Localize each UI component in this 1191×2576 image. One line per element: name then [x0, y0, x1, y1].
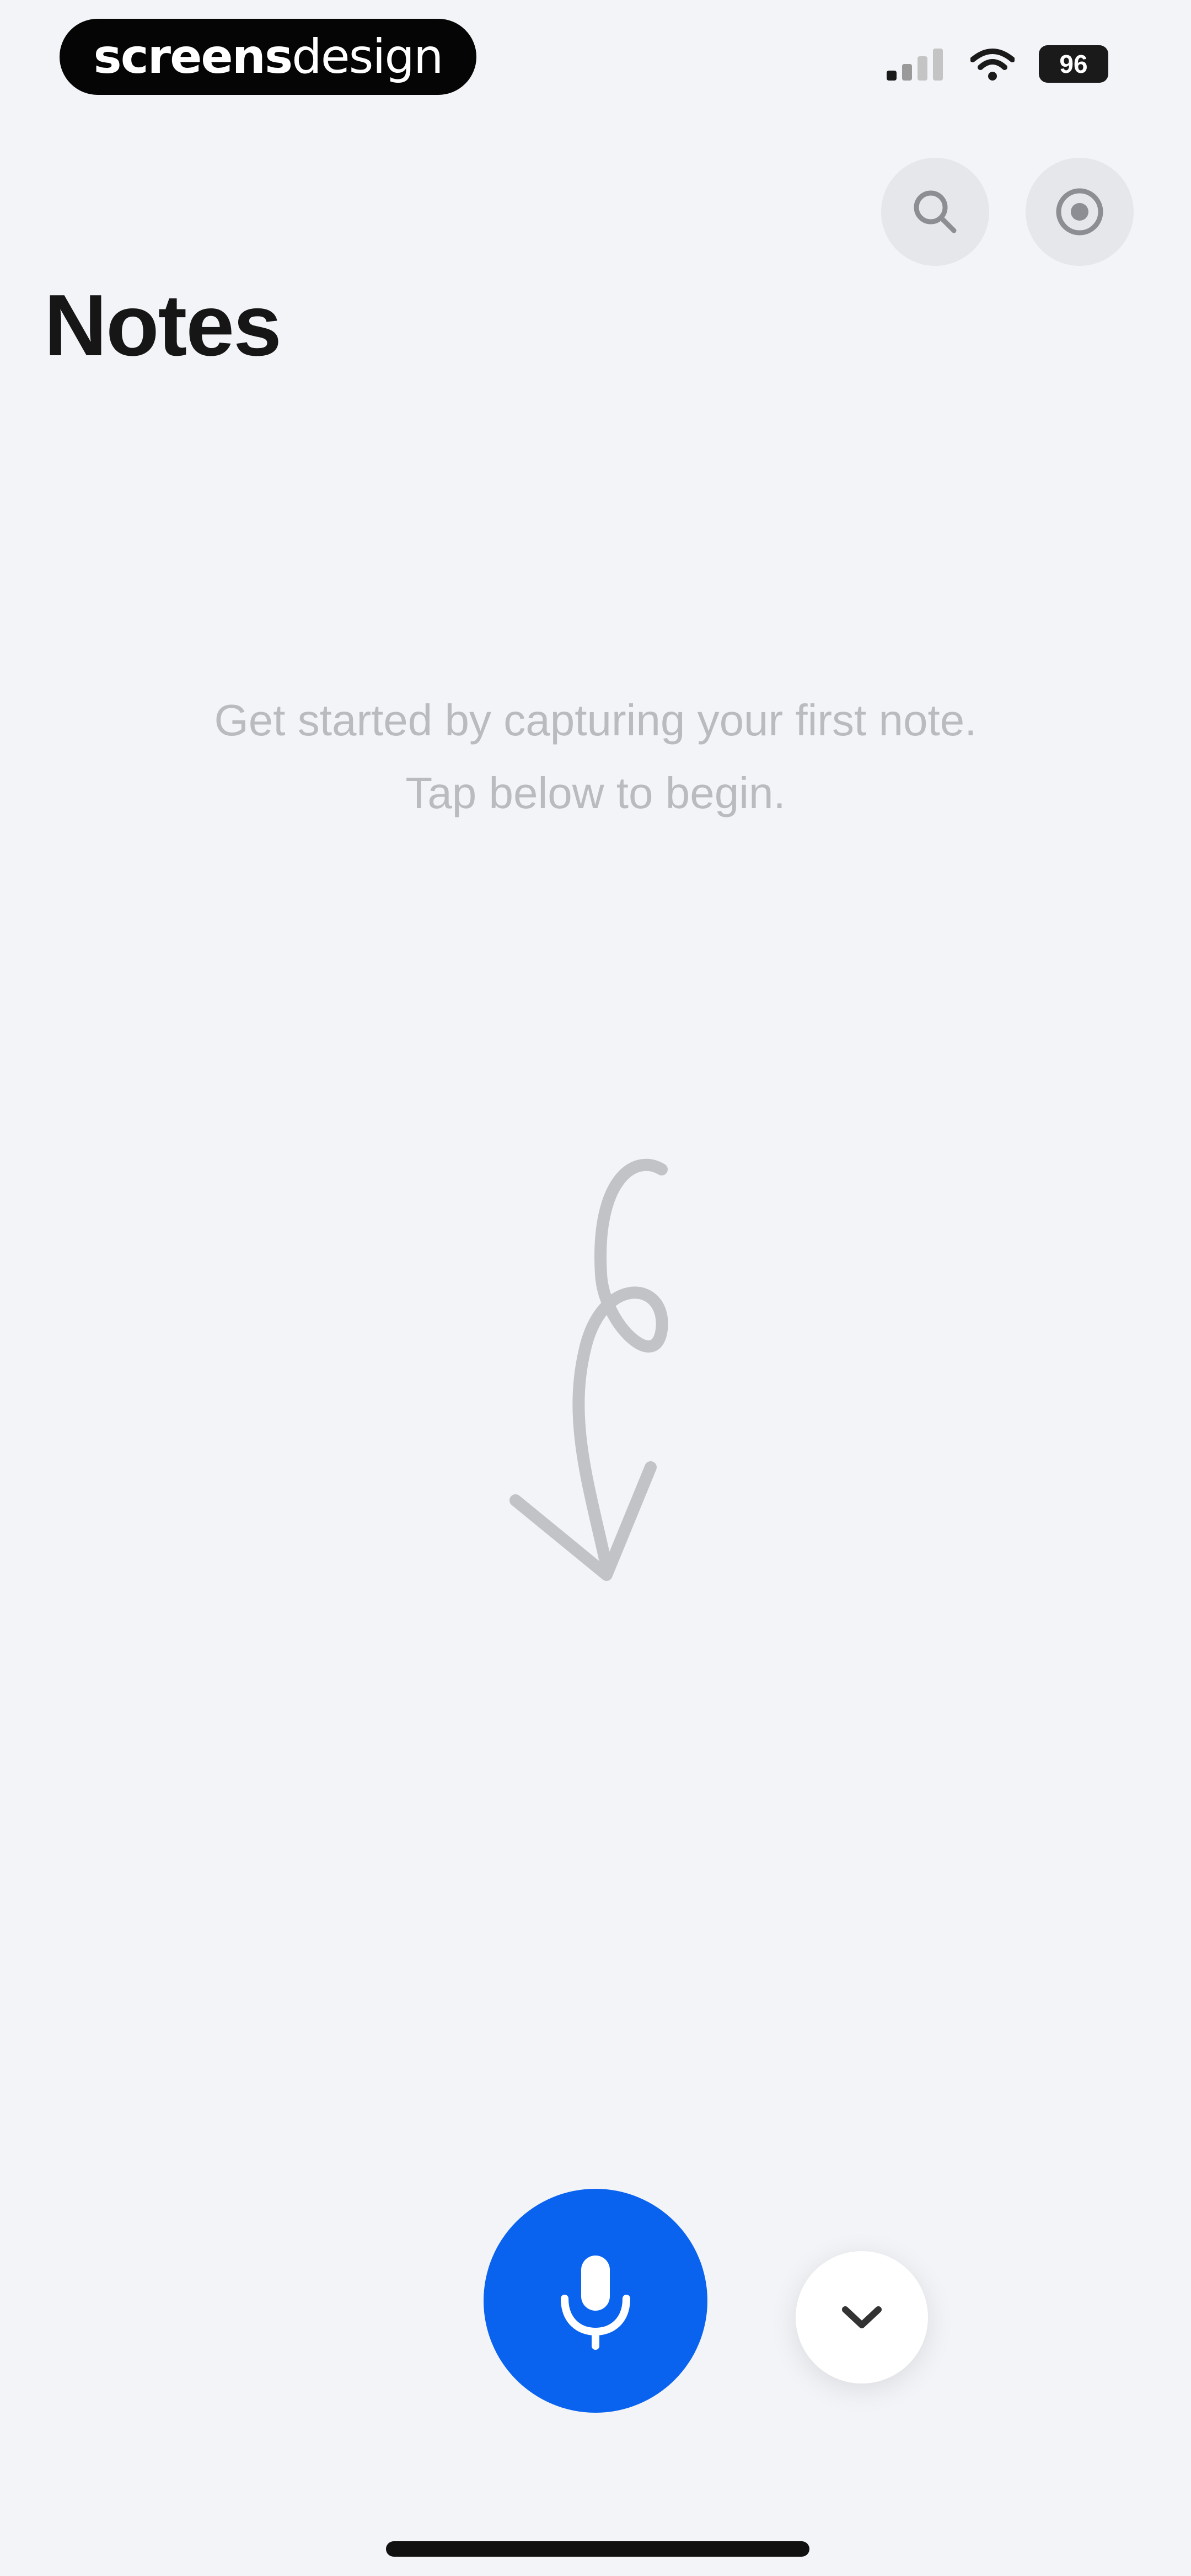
brand-text-light: design [292, 29, 443, 84]
brand-text-bold: screens [93, 29, 293, 84]
battery-icon: 96 [1039, 45, 1108, 83]
microphone-icon [561, 2256, 630, 2350]
record-settings-icon [1056, 188, 1103, 236]
signal-icon [887, 49, 943, 81]
chevron-down-icon [842, 2306, 882, 2328]
status-bar: screens design 96 [0, 0, 1191, 110]
record-mic-button[interactable] [484, 2189, 707, 2413]
page-title: Notes [44, 277, 282, 374]
wifi-icon [970, 49, 1015, 81]
empty-state-line-2: Tap below to begin. [405, 768, 786, 817]
expand-options-button[interactable] [796, 2251, 928, 2383]
home-indicator[interactable] [386, 2541, 809, 2557]
record-settings-button[interactable] [1026, 158, 1134, 266]
search-icon [914, 190, 957, 233]
curly-arrow-down-icon [509, 1158, 668, 1581]
empty-state-line-1: Get started by capturing your first note… [214, 696, 977, 745]
empty-state-message: Get started by capturing your first note… [0, 684, 1191, 830]
battery-level: 96 [1059, 50, 1088, 78]
search-button[interactable] [881, 158, 989, 266]
brand-badge: screens design [60, 19, 476, 95]
status-icons: 96 [887, 45, 1108, 83]
